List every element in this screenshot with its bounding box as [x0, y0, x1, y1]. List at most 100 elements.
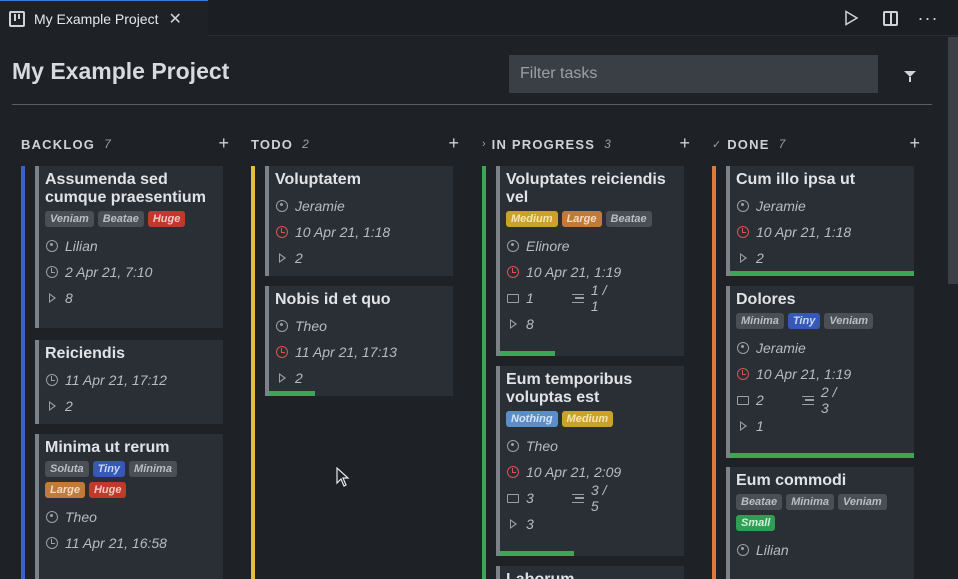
column-title: TODO	[251, 136, 294, 152]
task-card[interactable]: Dolores Minima Tiny Veniam Jeramie 10 Ap…	[726, 286, 914, 458]
assignee: Elinore	[526, 238, 570, 254]
task-card[interactable]: Reiciendis 11 Apr 21, 17:12 2	[35, 340, 223, 424]
assignee: Theo	[65, 509, 97, 525]
comment-icon	[737, 395, 749, 405]
column-title: IN PROGRESS	[491, 136, 596, 152]
progress-bar	[269, 391, 315, 396]
tag: Medium	[561, 411, 614, 427]
task-card[interactable]: Voluptatem Jeramie 10 Apr 21, 1:18 2	[265, 166, 453, 276]
assignee: Jeramie	[756, 340, 806, 356]
subtask-count: 3 / 5	[590, 482, 607, 514]
tag: Minima	[129, 461, 177, 477]
card-title: Dolores	[736, 291, 796, 308]
user-icon	[46, 511, 58, 523]
task-card[interactable]: Cum illo ipsa ut Jeramie 10 Apr 21, 1:18…	[726, 166, 914, 276]
task-card[interactable]: Eum temporibus voluptas est Nothing Medi…	[496, 366, 684, 556]
comment-count: 3	[526, 490, 534, 506]
more-actions-icon[interactable]: ···	[916, 6, 940, 30]
comment-count: 2	[756, 392, 764, 408]
subtask-count: 2 / 3	[820, 384, 837, 416]
history-icon	[507, 266, 519, 278]
split-editor-icon[interactable]	[878, 6, 902, 30]
tag: Minima	[786, 494, 834, 510]
run-count: 1	[756, 418, 764, 434]
card-title: Voluptates reiciendis vel	[506, 171, 666, 206]
card-title: Cum illo ipsa ut	[736, 171, 856, 188]
task-card[interactable]: Laborum	[496, 566, 684, 579]
column-done: ✓ DONE 7 + Cum illo ipsa ut Jeramie 10 A…	[712, 130, 922, 579]
filter-icon[interactable]	[898, 62, 922, 86]
column-color-bar	[712, 166, 716, 579]
progress-bar	[500, 351, 556, 356]
user-icon	[276, 320, 288, 332]
task-card[interactable]: Nobis id et quo Theo 11 Apr 21, 17:13 2	[265, 286, 453, 396]
user-icon	[276, 200, 288, 212]
add-task-icon[interactable]: +	[218, 133, 229, 153]
subtask-count: 1 / 1	[590, 282, 607, 314]
card-title: Laborum	[506, 571, 678, 579]
tag: Large	[561, 211, 602, 227]
subtasks-icon	[572, 293, 585, 303]
user-icon	[737, 544, 749, 556]
play-icon	[509, 519, 517, 529]
play-icon	[509, 319, 517, 329]
tag: Nothing	[506, 411, 558, 427]
history-icon	[46, 374, 58, 386]
due-date: 10 Apr 21, 2:09	[526, 464, 622, 480]
history-icon	[46, 266, 58, 278]
play-icon	[48, 293, 56, 303]
comment-icon	[507, 293, 519, 303]
tag: Veniam	[837, 494, 887, 510]
tag: Huge	[147, 211, 186, 227]
tag: Beatae	[97, 211, 144, 227]
tag: Minima	[736, 313, 784, 329]
tag: Huge	[88, 482, 127, 498]
add-task-icon[interactable]: +	[679, 133, 690, 153]
history-icon	[46, 537, 58, 549]
due-date: 11 Apr 21, 17:12	[65, 372, 167, 388]
page-title: My Example Project	[12, 58, 230, 84]
chevron-right-icon: ›	[482, 138, 486, 150]
assignee: Theo	[295, 318, 327, 334]
editor-tab[interactable]: My Example Project ✕	[0, 0, 208, 36]
tag: Soluta	[45, 461, 89, 477]
tag: Small	[736, 515, 776, 531]
task-card[interactable]: Voluptates reiciendis vel Medium Large B…	[496, 166, 684, 356]
kanban-icon	[9, 10, 25, 27]
column-in-progress: › IN PROGRESS 3 + Voluptates reiciendis …	[482, 130, 692, 579]
user-icon	[737, 200, 749, 212]
run-count: 8	[65, 290, 73, 306]
assignee: Jeramie	[756, 198, 806, 214]
column-header: BACKLOG 7 +	[21, 130, 231, 158]
column-count: 7	[104, 137, 111, 151]
due-date: 11 Apr 21, 16:58	[65, 535, 167, 551]
close-icon[interactable]: ✕	[168, 9, 181, 29]
due-date: 10 Apr 21, 1:19	[756, 366, 852, 382]
user-icon	[507, 440, 519, 452]
column-todo: TODO 2 + Voluptatem Jeramie 10 Apr 21, 1…	[251, 130, 461, 579]
card-title: Eum temporibus voluptas est	[506, 371, 633, 406]
run-count: 2	[295, 250, 303, 266]
task-card[interactable]: Minima ut rerum Soluta Tiny Minima Large…	[35, 434, 223, 579]
tag: Large	[45, 482, 85, 498]
tag: Medium	[506, 211, 558, 227]
due-date: 10 Apr 21, 1:19	[526, 264, 622, 280]
scrollbar-thumb[interactable]	[948, 37, 958, 284]
filter-tasks-input[interactable]	[509, 55, 878, 93]
card-title: Minima ut rerum	[45, 439, 170, 456]
column-header: TODO 2 +	[251, 130, 461, 158]
assignee: Lilian	[65, 238, 98, 254]
user-icon	[737, 342, 749, 354]
column-title: BACKLOG	[21, 136, 96, 152]
run-count: 2	[756, 250, 764, 266]
tag: Veniam	[45, 211, 94, 227]
card-title: Assumenda sed cumque praesentium	[45, 171, 206, 206]
history-icon	[737, 226, 749, 238]
add-task-icon[interactable]: +	[448, 133, 459, 153]
task-card[interactable]: Assumenda sed cumque praesentium Veniam …	[35, 166, 223, 328]
column-title: DONE	[727, 136, 770, 152]
task-card[interactable]: Eum commodi Beatae Minima Veniam Small L…	[726, 467, 914, 579]
add-task-icon[interactable]: +	[909, 133, 920, 153]
comment-count: 1	[526, 290, 534, 306]
run-icon[interactable]	[839, 6, 863, 30]
